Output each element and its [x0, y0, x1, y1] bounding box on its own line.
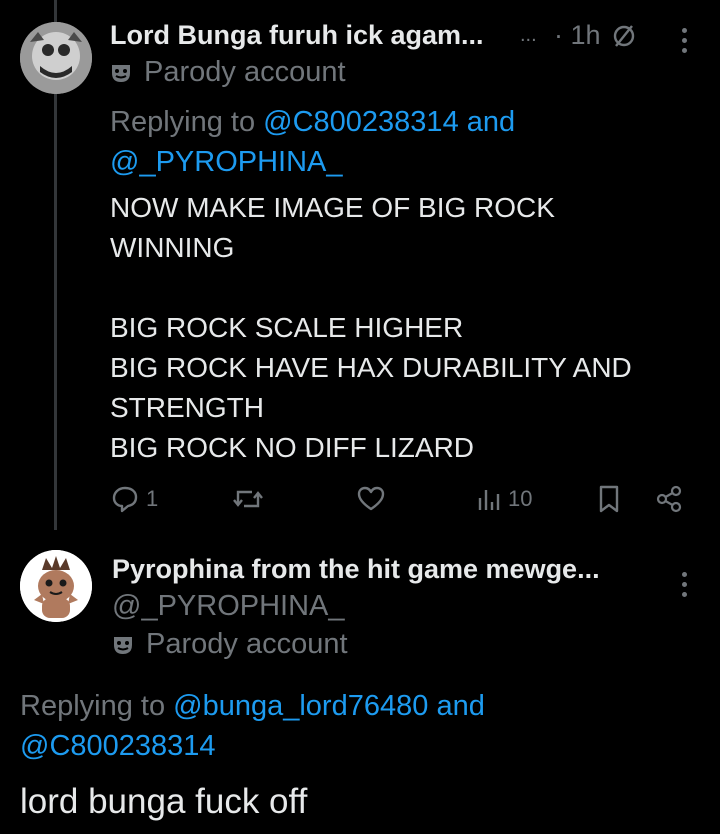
avatar-image — [20, 22, 92, 94]
post2-body: lord bunga fuck off — [20, 782, 308, 821]
views-button[interactable]: 10 — [476, 484, 532, 514]
post2-handle[interactable]: @_PYROPHINA_ — [112, 590, 345, 623]
post1-parody-badge: Parody account — [110, 56, 346, 89]
post1-body-line: BIG ROCK SCALE HIGHER — [110, 312, 464, 343]
post2-reply-mention-1[interactable]: @bunga_lord76480 — [173, 690, 428, 722]
post2-more-icon[interactable] — [681, 572, 687, 597]
avatar-lord-bunga[interactable] — [20, 22, 92, 94]
share-button[interactable] — [654, 484, 684, 514]
post2-reply-and: and — [436, 690, 485, 722]
post1-more-icon[interactable] — [681, 28, 687, 53]
post1-replying-to: Replying to @C800238314 and @_PYROPHINA_ — [110, 102, 670, 182]
post2-author-name[interactable]: Pyrophina from the hit game mewge... — [112, 554, 600, 585]
reply-button[interactable]: 1 — [110, 484, 158, 514]
post1-author-name[interactable]: Lord Bunga furuh ick agam... — [110, 20, 484, 51]
bookmark-icon — [599, 485, 619, 513]
post1-parody-label: Parody account — [144, 56, 346, 88]
post1-body-line: WINNING — [110, 232, 235, 263]
bookmark-button[interactable] — [596, 484, 622, 514]
post1-body: NOW MAKE IMAGE OF BIG ROCK WINNING BIG R… — [110, 188, 690, 468]
views-count: 10 — [508, 486, 533, 511]
repost-icon — [233, 490, 263, 508]
avatar-pyrophina[interactable] — [20, 550, 92, 622]
parody-mask-icon — [114, 636, 132, 654]
reply-icon — [112, 486, 138, 513]
post1-replying-prefix: Replying to — [110, 106, 256, 138]
post1-body-line — [110, 268, 690, 308]
reply-count: 1 — [146, 486, 159, 511]
parody-mask-icon — [112, 64, 130, 82]
post2-parody-label: Parody account — [146, 628, 348, 660]
post1-reply-and: and — [466, 106, 516, 138]
views-icon — [478, 490, 500, 510]
post2-reply-mention-2[interactable]: @C800238314 — [20, 730, 216, 762]
post1-timestamp[interactable]: · 1h — [554, 20, 601, 51]
post2-replying-prefix: Replying to — [20, 690, 166, 722]
repost-button[interactable] — [232, 484, 264, 514]
post1-body-line: BIG ROCK HAVE HAX DURABILITY AND — [110, 352, 632, 383]
like-button[interactable] — [356, 484, 386, 514]
post1-body-line: STRENGTH — [110, 392, 264, 423]
post2-parody-badge: Parody account — [112, 628, 348, 661]
post1-reply-mention-2[interactable]: @_PYROPHINA_ — [110, 146, 343, 178]
share-icon — [656, 485, 682, 513]
post1-reply-mention-1[interactable]: @C800238314 — [263, 106, 459, 138]
post1-body-line: BIG ROCK NO DIFF LIZARD — [110, 432, 475, 463]
post1-body-line: NOW MAKE IMAGE OF BIG ROCK — [110, 192, 555, 223]
avatar-image — [20, 550, 92, 622]
heart-icon — [357, 486, 385, 511]
no-reply-icon — [610, 22, 638, 50]
post1-ellipsis: ... — [520, 24, 537, 46]
post2-replying-to: Replying to @bunga_lord76480 and @C80023… — [20, 686, 680, 766]
